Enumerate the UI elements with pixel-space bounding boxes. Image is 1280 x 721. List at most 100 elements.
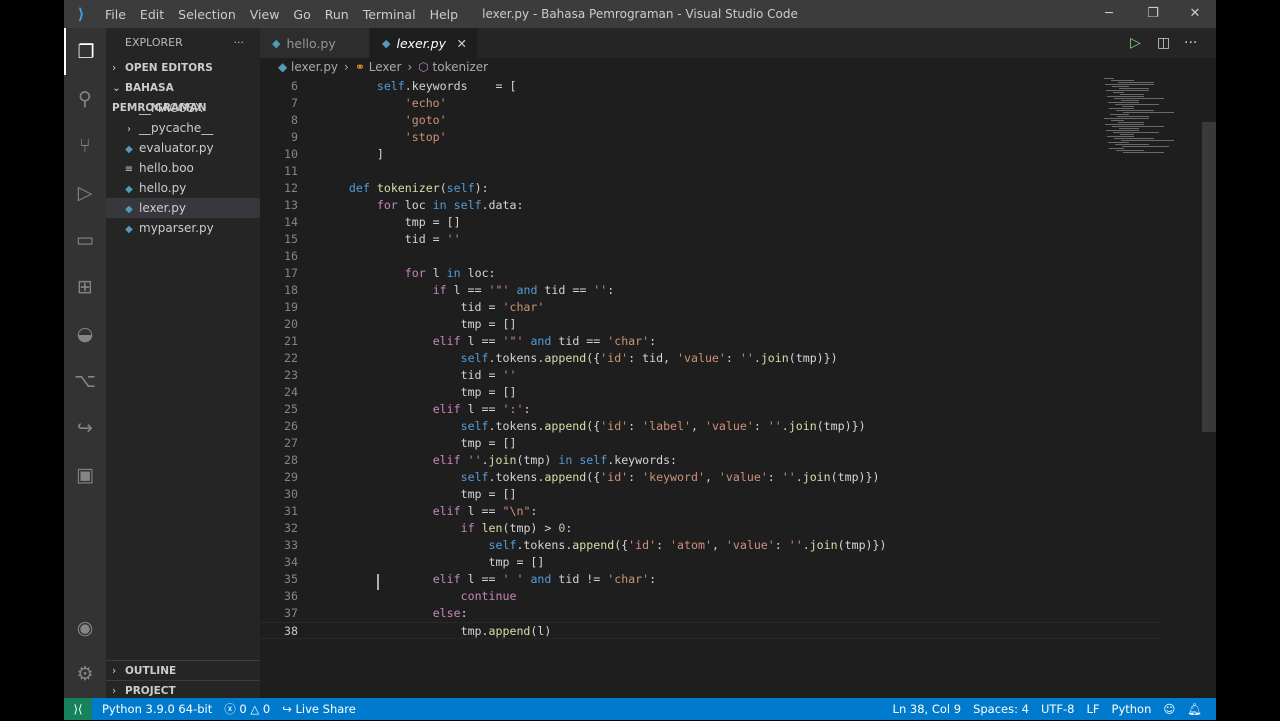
code-line: 34 tmp = [] (260, 554, 1160, 571)
python-file-icon: ◆ (382, 36, 391, 50)
code-line: 32 if len(tmp) > 0: (260, 520, 1160, 537)
menu-go[interactable]: Go (286, 7, 317, 22)
line-ending[interactable]: LF (1080, 702, 1105, 716)
file-item[interactable]: ◆ evaluator.py (106, 138, 260, 158)
indentation[interactable]: Spaces: 4 (967, 702, 1035, 716)
file-item[interactable]: › __pycache__ (106, 118, 260, 138)
text-file-icon: ≡ (124, 164, 134, 175)
language-mode[interactable]: Python (1106, 702, 1158, 716)
file-item[interactable]: › __MACOSX (106, 98, 260, 118)
code-line: 9 'stop' (260, 129, 1160, 146)
notifications-bell-icon[interactable]: 🔔︎ (1181, 702, 1208, 716)
file-item[interactable]: ◆ lexer.py (106, 198, 260, 218)
remote-explorer-icon[interactable]: ▭ (64, 216, 106, 263)
more-actions-icon[interactable]: ··· (234, 28, 245, 58)
code-token: 'value' (718, 470, 768, 484)
line-number: 15 (284, 232, 298, 246)
breadcrumb: ◆ lexer.py › ⚭ Lexer › ⬡ tokenizer (260, 58, 1216, 77)
problems-indicator[interactable]: ⓧ 0 △ 0 (218, 701, 276, 717)
chevron-right-icon: › (127, 104, 131, 115)
docker-icon[interactable]: ◒ (64, 310, 106, 357)
feedback-icon[interactable]: ☺ (1157, 702, 1181, 716)
code-token: join (802, 470, 831, 484)
file-label: hello.py (139, 181, 187, 195)
warning-icon: △ (250, 702, 263, 716)
code-token: 'char' (607, 572, 650, 586)
explorer-icon[interactable]: ❐ (64, 28, 106, 75)
menu-edit[interactable]: Edit (133, 7, 171, 22)
breadcrumb-class[interactable]: ⚭ Lexer (355, 58, 402, 77)
file-item[interactable]: ≡ hello.boo (106, 158, 260, 178)
remote-icon[interactable]: ⟩⟨ (64, 698, 92, 720)
line-number: 30 (284, 487, 298, 501)
file-label: hello.boo (139, 161, 194, 175)
line-text: continue (321, 588, 517, 605)
minimap-line (1121, 140, 1174, 141)
more-actions-icon[interactable]: ··· (1184, 28, 1197, 58)
code-line: 25 elif l == ':': (260, 401, 1160, 418)
menu-selection[interactable]: Selection (171, 7, 243, 22)
live-share-icon[interactable]: ↪ (64, 404, 106, 451)
code-token: else (432, 606, 461, 620)
minimap-line (1118, 82, 1154, 83)
code-token: join (788, 419, 817, 433)
minimap-line (1112, 86, 1129, 87)
editor-scrollbar[interactable] (1202, 122, 1216, 432)
account-icon[interactable]: ◉ (64, 604, 106, 651)
minimize-button[interactable]: ─ (1088, 0, 1130, 28)
minimap-line (1119, 128, 1139, 129)
open-editors-section[interactable]: › OPEN EDITORS (106, 58, 260, 78)
python-interpreter[interactable]: Python 3.9.0 64-bit (96, 702, 218, 716)
breadcrumb-method[interactable]: ⬡ tokenizer (418, 58, 488, 77)
project-components-section[interactable]: ›PROJECT COMPONENTS (106, 680, 260, 717)
minimap-line (1116, 150, 1144, 151)
minimap-line (1116, 110, 1154, 111)
folder-section[interactable]: ⌄ BAHASA PEMROGRAMAN (106, 78, 260, 114)
minimap-line (1122, 146, 1169, 147)
code-line: 26 self.tokens.append({'id': 'label', 'v… (260, 418, 1160, 435)
line-number: 8 (291, 113, 298, 127)
terminal-icon[interactable]: ▣ (64, 451, 106, 498)
file-item[interactable]: ◆ hello.py (106, 178, 260, 198)
settings-gear-icon[interactable]: ⚙ (64, 650, 106, 697)
outline-section[interactable]: › OUTLINE (106, 660, 260, 680)
code-token: 'value' (677, 351, 726, 365)
code-token: append (488, 624, 531, 638)
cursor-position[interactable]: Ln 38, Col 9 (887, 702, 968, 716)
breadcrumb-file[interactable]: ◆ lexer.py (278, 58, 338, 77)
menu-view[interactable]: View (243, 7, 287, 22)
minimap-line (1118, 122, 1144, 123)
minimap-line (1114, 138, 1154, 139)
minimap[interactable] (1100, 78, 1200, 153)
source-control-icon[interactable]: ⑂ (64, 122, 106, 169)
extensions-icon[interactable]: ⊞ (64, 263, 106, 310)
line-number: 14 (284, 215, 298, 229)
tab-lexer-py[interactable]: ◆ lexer.py ✕ (370, 28, 478, 58)
menu-terminal[interactable]: Terminal (356, 7, 423, 22)
menu-help[interactable]: Help (423, 7, 466, 22)
menu-run[interactable]: Run (318, 7, 356, 22)
tab-hello-py[interactable]: ◆ hello.py (260, 28, 370, 58)
run-debug-icon[interactable]: ▷ (64, 169, 106, 216)
code-token: "\n" (502, 504, 531, 518)
code-token: 'echo' (404, 96, 447, 110)
close-window-button[interactable]: ✕ (1174, 0, 1216, 28)
python-file-icon: ◆ (272, 36, 281, 50)
chevron-right-icon: › (112, 62, 117, 74)
search-icon[interactable]: ⚲ (64, 75, 106, 122)
code-line: 30 tmp = [] (260, 486, 1160, 503)
vscode-window: ⟩ File Edit Selection View Go Run Termin… (64, 0, 1216, 720)
minimap-line (1110, 114, 1129, 115)
restore-button[interactable]: ❐ (1132, 0, 1174, 28)
file-item[interactable]: ◆ myparser.py (106, 218, 260, 238)
split-editor-icon[interactable]: ◫ (1157, 28, 1170, 58)
close-tab-icon[interactable]: ✕ (457, 36, 467, 51)
run-python-icon[interactable]: ▷ (1130, 28, 1141, 58)
code-token: '' (593, 283, 608, 297)
git-graph-icon[interactable]: ⌥ (64, 357, 106, 404)
encoding[interactable]: UTF-8 (1035, 702, 1081, 716)
code-editor[interactable]: 6 self.keywords = [7 'echo' 8 'goto' 9 'st… (260, 78, 1160, 678)
menu-file[interactable]: File (98, 7, 133, 22)
line-text: elif ''.join(tmp) in self.keywords: (432, 453, 678, 467)
live-share-button[interactable]: ↪ Live Share (276, 702, 362, 716)
